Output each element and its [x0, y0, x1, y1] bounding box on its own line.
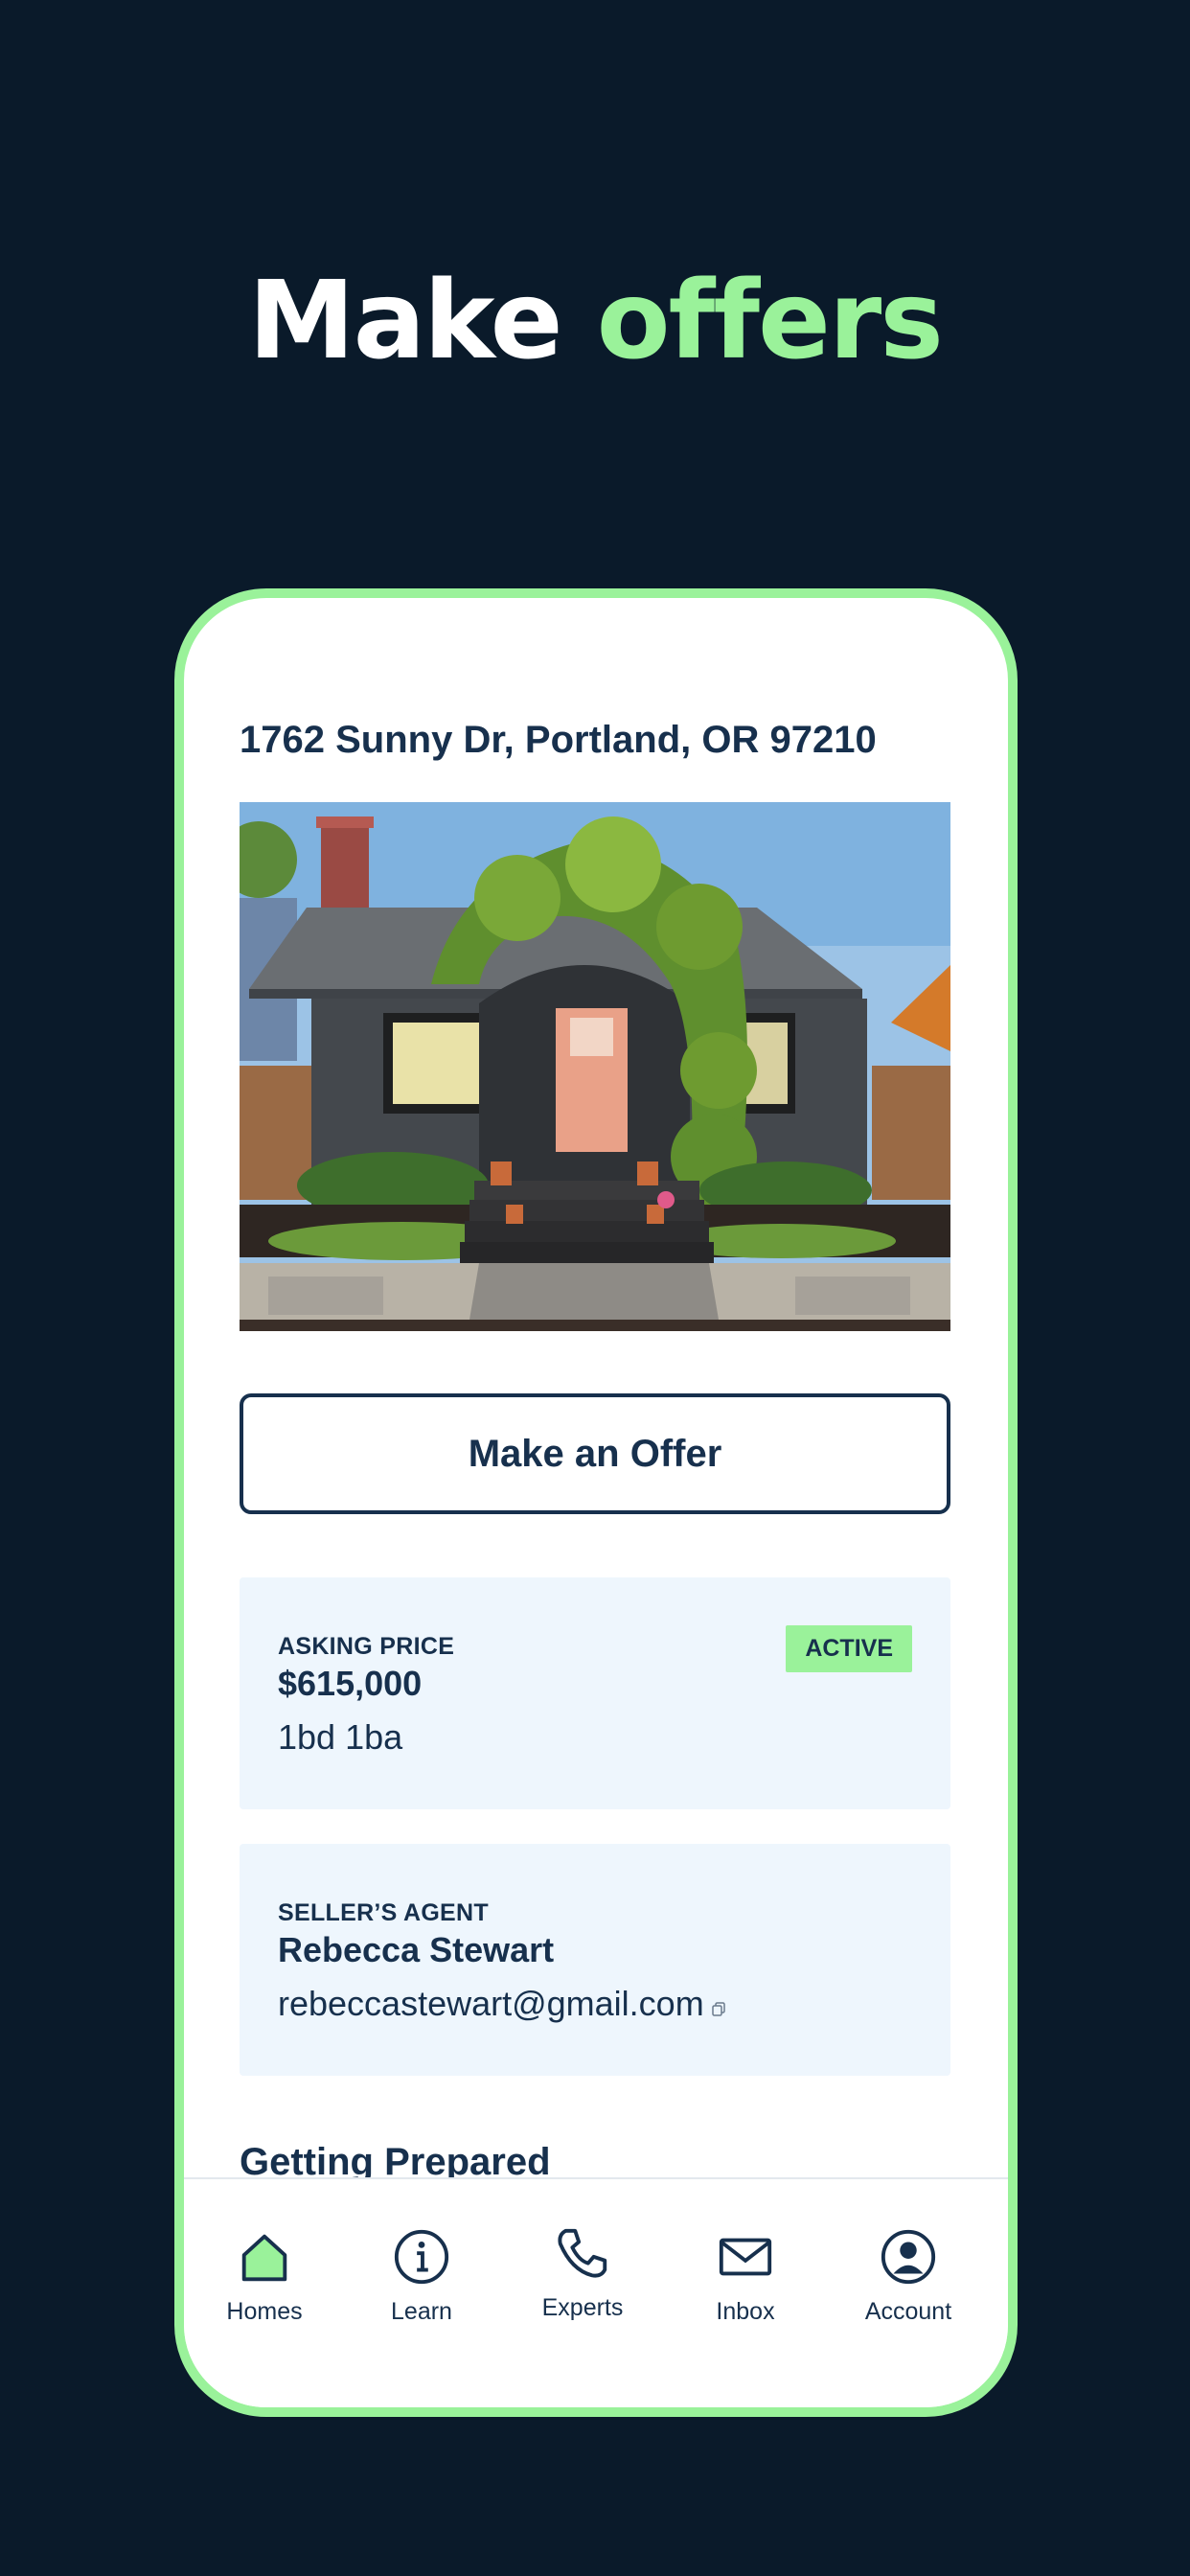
tab-account[interactable]: Account	[832, 2227, 985, 2326]
tab-bar: Homes Learn Experts Inbox Account	[184, 2177, 1008, 2407]
headline-part1: Make	[248, 259, 562, 383]
phone-icon	[558, 2228, 607, 2278]
headline: Make offers	[0, 259, 1190, 383]
house-photo[interactable]	[240, 802, 950, 1331]
agent-name: Rebecca Stewart	[278, 1930, 555, 1969]
tab-inbox[interactable]: Inbox	[669, 2227, 822, 2326]
tab-learn-label: Learn	[391, 2298, 452, 2325]
listing-screen: 1762 Sunny Dr, Portland, OR 97210 Make a…	[184, 598, 1008, 2407]
asking-price-label: ASKING PRICE	[278, 1633, 455, 1660]
asking-price-value: $615,000	[278, 1664, 423, 1703]
copy-icon[interactable]	[711, 1986, 725, 2026]
tab-learn[interactable]: Learn	[345, 2227, 498, 2326]
sellers-agent-card: SELLER’S AGENT Rebecca Stewart rebeccast…	[240, 1844, 950, 2076]
make-offer-button[interactable]: Make an Offer	[240, 1393, 950, 1514]
tab-experts-label: Experts	[541, 2294, 624, 2321]
agent-email-row[interactable]: rebeccastewart@gmail.com	[278, 1984, 725, 2026]
sellers-agent-label: SELLER’S AGENT	[278, 1899, 489, 1926]
home-icon	[241, 2234, 287, 2282]
info-icon	[394, 2229, 449, 2285]
tab-homes[interactable]: Homes	[188, 2227, 341, 2326]
status-badge: ACTIVE	[786, 1625, 912, 1672]
tab-homes-label: Homes	[226, 2298, 303, 2325]
asking-price-card: ASKING PRICE $615,000 1bd 1ba ACTIVE	[240, 1577, 950, 1809]
headline-part2: offers	[596, 259, 944, 383]
tab-experts[interactable]: Experts	[506, 2227, 659, 2322]
mail-icon	[719, 2238, 772, 2276]
tab-inbox-label: Inbox	[716, 2298, 775, 2325]
beds-baths: 1bd 1ba	[278, 1717, 403, 1757]
tab-account-label: Account	[864, 2298, 952, 2325]
agent-email[interactable]: rebeccastewart@gmail.com	[278, 1984, 704, 2023]
account-icon	[881, 2229, 936, 2285]
listing-address: 1762 Sunny Dr, Portland, OR 97210	[240, 719, 877, 761]
phone-frame: 1762 Sunny Dr, Portland, OR 97210 Make a…	[174, 588, 1018, 2417]
